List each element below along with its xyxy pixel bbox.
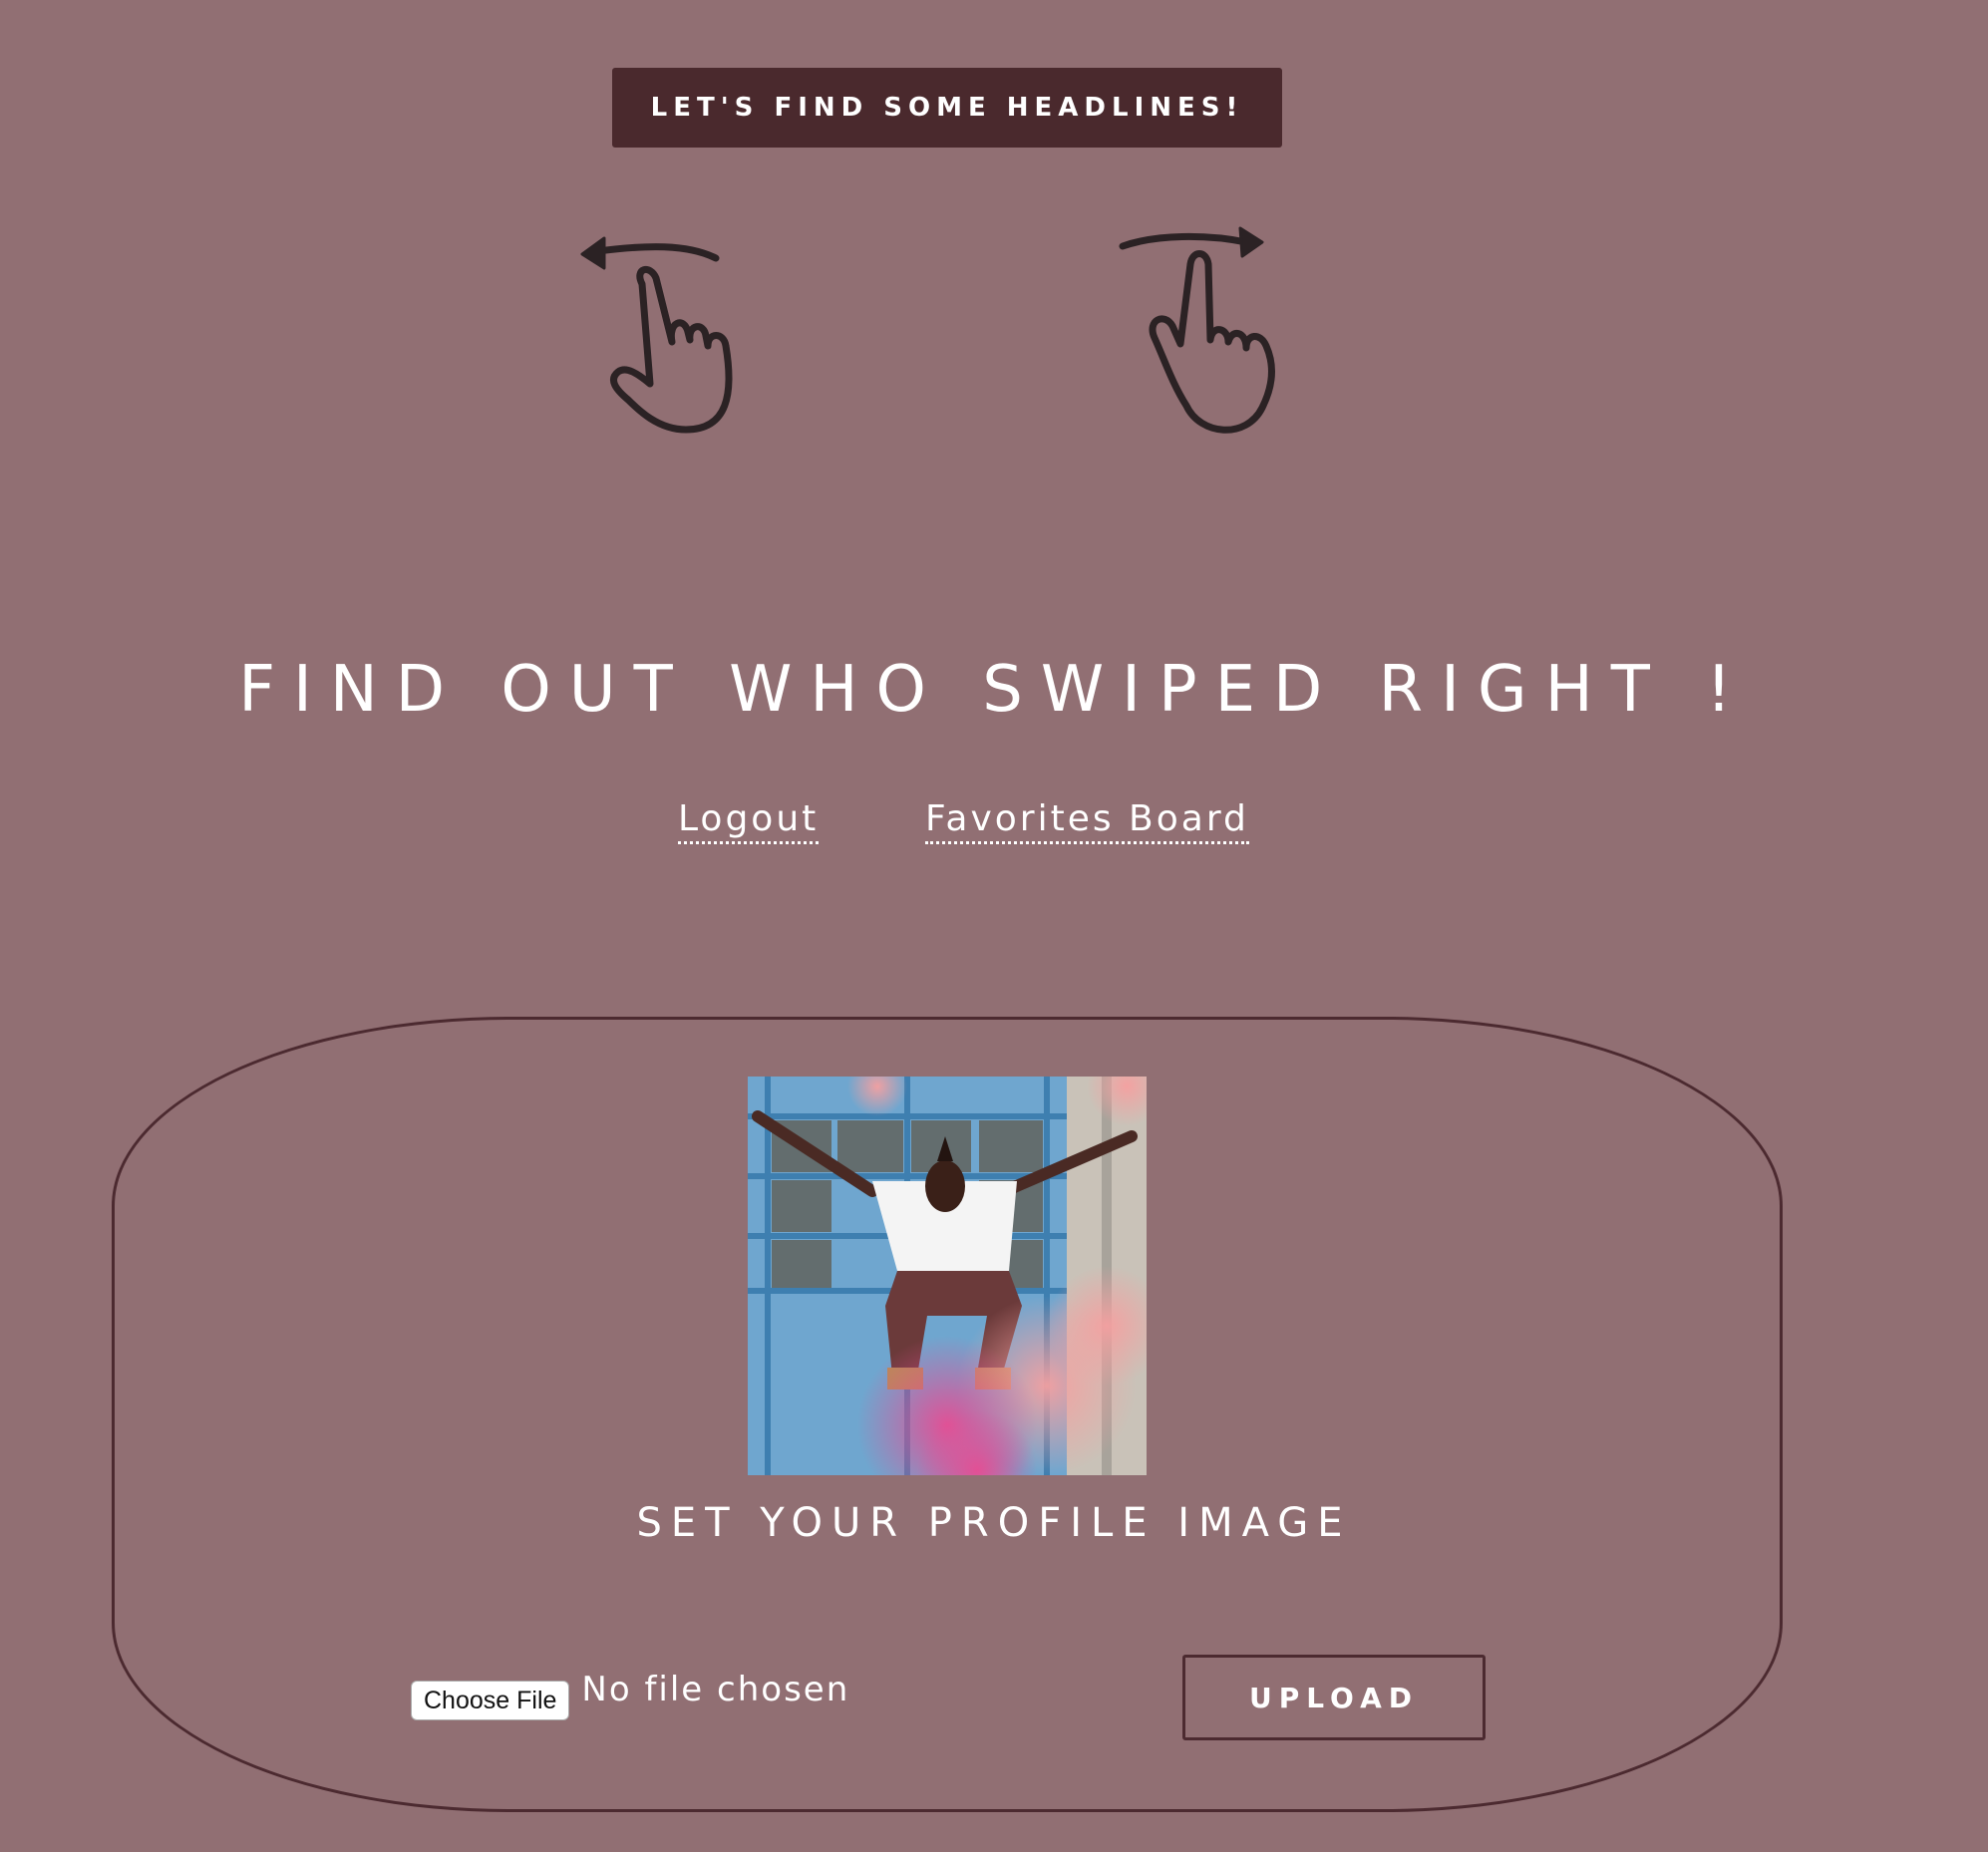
upload-button[interactable]: UPLOAD — [1182, 1655, 1486, 1740]
profile-image — [748, 1077, 1147, 1475]
file-input[interactable]: Choose File No file chosen — [411, 1660, 850, 1720]
set-profile-image-label: SET YOUR PROFILE IMAGE — [636, 1500, 1352, 1546]
page-headline: FIND OUT WHO SWIPED RIGHT ! — [238, 653, 1750, 727]
logout-link[interactable]: Logout — [678, 797, 820, 844]
swipe-right-hand-icon — [1097, 224, 1316, 444]
choose-file-button[interactable]: Choose File — [411, 1681, 570, 1720]
favorites-board-link[interactable]: Favorites Board — [925, 797, 1249, 844]
find-headlines-button[interactable]: LET'S FIND SOME HEADLINES! — [612, 68, 1282, 148]
swipe-left-hand-icon — [568, 224, 788, 444]
file-status-text: No file chosen — [581, 1670, 850, 1709]
